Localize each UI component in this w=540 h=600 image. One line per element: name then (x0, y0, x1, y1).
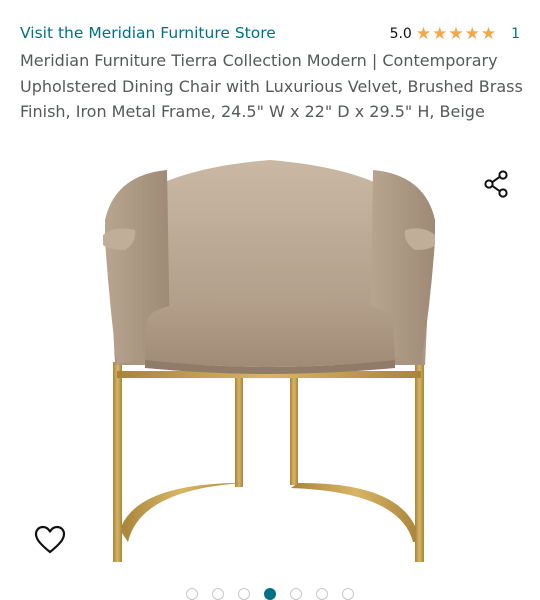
favorite-button[interactable] (33, 523, 67, 557)
carousel-dot[interactable] (186, 588, 198, 600)
star-icon: ★ (415, 24, 432, 44)
carousel-dot[interactable] (290, 588, 302, 600)
star-icon: ★ (448, 24, 464, 44)
carousel-dot[interactable] (264, 588, 276, 600)
rating-count-link[interactable]: 1 (511, 26, 520, 42)
star-rating: ★ ★ ★ ★ ★ (415, 24, 497, 44)
rating-summary[interactable]: 5.0 ★ ★ ★ ★ ★ 1 (389, 24, 520, 44)
star-icon: ★ (464, 24, 480, 44)
star-icon: ★ (480, 24, 497, 44)
product-title: Meridian Furniture Tierra Collection Mod… (20, 51, 523, 121)
heart-icon (34, 525, 66, 554)
product-image[interactable] (95, 150, 445, 570)
carousel-dot[interactable] (238, 588, 250, 600)
rating-score: 5.0 (389, 26, 412, 42)
carousel-dot[interactable] (342, 588, 354, 600)
store-link[interactable]: Visit the Meridian Furniture Store (20, 24, 276, 42)
chair-illustration (103, 160, 435, 562)
share-icon (484, 170, 508, 198)
share-button[interactable] (480, 168, 512, 200)
carousel-dot[interactable] (316, 588, 328, 600)
star-icon: ★ (432, 24, 448, 44)
carousel-dot[interactable] (212, 588, 224, 600)
image-carousel-indicator (0, 588, 540, 600)
